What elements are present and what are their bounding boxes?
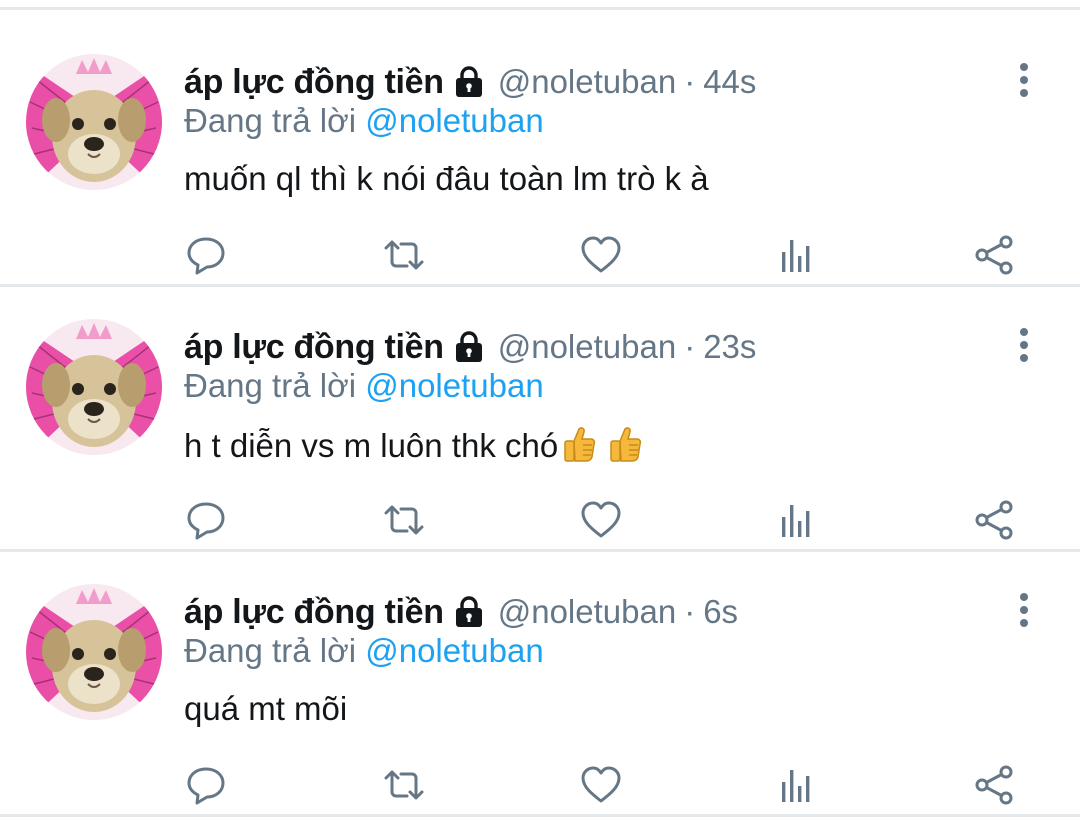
timestamp[interactable]: 44s <box>703 63 756 101</box>
lock-icon <box>452 330 486 364</box>
avatar[interactable] <box>26 584 162 720</box>
reply-mention[interactable]: @noletuban <box>365 367 543 404</box>
tweet[interactable]: áp lực đồng tiền @noletuban · 23s Đang t… <box>0 275 1080 540</box>
share-icon[interactable] <box>972 762 1018 808</box>
handle[interactable]: @noletuban <box>498 63 676 101</box>
display-name[interactable]: áp lực đồng tiền <box>184 593 444 632</box>
divider <box>0 814 1080 817</box>
reply-mention[interactable]: @noletuban <box>365 102 543 139</box>
tweet-header: áp lực đồng tiền @noletuban · 23s <box>184 325 756 369</box>
tweet[interactable]: áp lực đồng tiền @noletuban · 6s Đang tr… <box>0 540 1080 805</box>
lock-icon <box>452 65 486 99</box>
lock-icon <box>452 595 486 629</box>
tweet-feed: áp lực đồng tiền @noletuban · 44s Đang t… <box>0 0 1080 820</box>
action-bar <box>0 232 1080 278</box>
handle[interactable]: @noletuban <box>498 593 676 631</box>
action-bar <box>0 497 1080 543</box>
analytics-icon[interactable] <box>775 232 821 278</box>
reply-context: Đang trả lời @noletuban <box>184 632 544 670</box>
reply-context: Đang trả lời @noletuban <box>184 367 544 405</box>
reply-prefix: Đang trả lời <box>184 102 357 139</box>
share-icon[interactable] <box>972 497 1018 543</box>
more-vertical-icon[interactable] <box>1010 590 1038 630</box>
reply-context: Đang trả lời @noletuban <box>184 102 544 140</box>
heart-icon[interactable] <box>578 232 624 278</box>
separator: · <box>684 328 696 365</box>
handle[interactable]: @noletuban <box>498 328 676 366</box>
tweet-text: muốn ql thì k nói đâu toàn lm trò k à <box>184 160 709 198</box>
avatar[interactable] <box>26 54 162 190</box>
tweet-header: áp lực đồng tiền @noletuban · 6s <box>184 590 738 634</box>
reply-prefix: Đang trả lời <box>184 632 357 669</box>
reply-icon[interactable] <box>183 497 229 543</box>
retweet-icon[interactable] <box>381 762 427 808</box>
reply-mention[interactable]: @noletuban <box>365 632 543 669</box>
timestamp[interactable]: 23s <box>703 328 756 366</box>
analytics-icon[interactable] <box>775 762 821 808</box>
tweet-text-content: muốn ql thì k nói đâu toàn lm trò k à <box>184 160 709 197</box>
heart-icon[interactable] <box>578 497 624 543</box>
reply-icon[interactable] <box>183 232 229 278</box>
action-bar <box>0 762 1080 808</box>
tweet-text: h t diễn vs m luôn thk chó <box>184 425 642 465</box>
tweet-text-content: quá mt mõi <box>184 690 348 727</box>
heart-icon[interactable] <box>578 762 624 808</box>
tweet[interactable]: áp lực đồng tiền @noletuban · 44s Đang t… <box>0 10 1080 275</box>
reply-prefix: Đang trả lời <box>184 367 357 404</box>
tweet-text: quá mt mõi <box>184 690 347 728</box>
reply-icon[interactable] <box>183 762 229 808</box>
share-icon[interactable] <box>972 232 1018 278</box>
more-vertical-icon[interactable] <box>1010 60 1038 100</box>
retweet-icon[interactable] <box>381 497 427 543</box>
more-vertical-icon[interactable] <box>1010 325 1038 365</box>
separator: · <box>684 593 696 630</box>
thumbs-up-emoji <box>608 425 642 463</box>
analytics-icon[interactable] <box>775 497 821 543</box>
retweet-icon[interactable] <box>381 232 427 278</box>
display-name[interactable]: áp lực đồng tiền <box>184 63 444 102</box>
avatar[interactable] <box>26 319 162 455</box>
tweet-text-content: h t diễn vs m luôn thk chó <box>184 427 559 464</box>
timestamp[interactable]: 6s <box>703 593 738 631</box>
tweet-header: áp lực đồng tiền @noletuban · 44s <box>184 60 756 104</box>
thumbs-up-emoji <box>562 425 596 463</box>
display-name[interactable]: áp lực đồng tiền <box>184 328 444 367</box>
separator: · <box>684 63 696 100</box>
